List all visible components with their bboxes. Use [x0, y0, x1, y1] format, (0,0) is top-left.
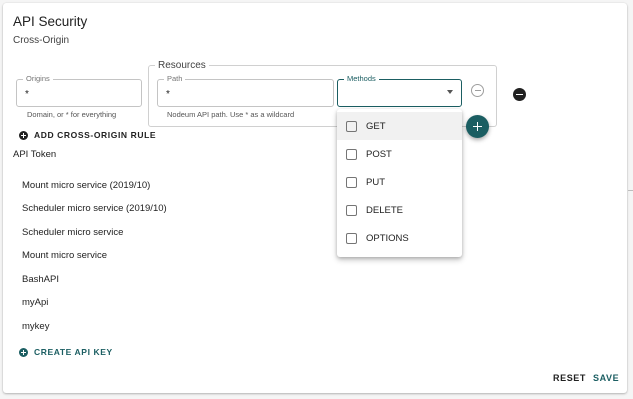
add-circle-icon — [19, 347, 28, 357]
checkbox-icon[interactable] — [346, 120, 357, 132]
method-option-label: DELETE — [366, 204, 403, 216]
origins-value: * — [25, 89, 29, 100]
api-token-item[interactable]: Mount micro service — [22, 250, 107, 261]
method-option-delete[interactable]: DELETE — [337, 196, 462, 224]
create-api-key-button[interactable]: CREATE API KEY — [19, 347, 113, 357]
api-token-item[interactable]: Mount micro service (2019/10) — [22, 180, 150, 191]
methods-menu: GET POST PUT DELETE OPTIONS — [337, 109, 462, 257]
checkbox-icon[interactable] — [346, 176, 357, 188]
resources-legend: Resources — [155, 60, 209, 71]
add-rule-label: ADD CROSS-ORIGIN RULE — [34, 130, 157, 140]
create-api-key-label: CREATE API KEY — [34, 347, 113, 357]
api-token-item[interactable]: BashAPI — [22, 274, 59, 285]
method-option-put[interactable]: PUT — [337, 168, 462, 196]
arrow-drop-down-icon — [447, 90, 453, 94]
method-option-label: OPTIONS — [366, 232, 409, 244]
methods-label: Methods — [344, 74, 379, 84]
api-token-item[interactable]: myApi — [22, 297, 48, 308]
checkbox-icon[interactable] — [346, 204, 357, 216]
add-cross-origin-rule-button[interactable]: ADD CROSS-ORIGIN RULE — [19, 130, 156, 140]
path-value: * — [166, 89, 170, 100]
checkbox-icon[interactable] — [346, 232, 357, 244]
method-option-get[interactable]: GET — [337, 112, 462, 140]
remove-circle-outline-icon[interactable] — [471, 84, 484, 97]
reset-button[interactable]: RESET — [553, 373, 586, 383]
path-field[interactable]: Path * — [157, 74, 334, 107]
checkbox-icon[interactable] — [346, 148, 357, 160]
add-circle-icon — [19, 130, 28, 140]
page-title: API Security — [13, 14, 88, 29]
method-option-label: PUT — [366, 176, 385, 188]
origins-label: Origins — [23, 74, 53, 84]
method-option-options[interactable]: OPTIONS — [337, 224, 462, 252]
origins-field[interactable]: Origins * — [16, 74, 142, 107]
origins-helper: Domain, or * for everything — [27, 110, 117, 119]
scroll-edge-divider — [628, 190, 633, 191]
path-label: Path — [164, 74, 186, 84]
methods-select[interactable]: Methods — [337, 74, 462, 107]
api-token-item[interactable]: Scheduler micro service — [22, 227, 123, 238]
section-subtitle: Cross-Origin — [13, 35, 70, 46]
method-option-label: GET — [366, 120, 386, 132]
method-option-post[interactable]: POST — [337, 140, 462, 168]
path-helper: Nodeum API path. Use * as a wildcard — [167, 110, 295, 119]
api-token-item[interactable]: mykey — [22, 321, 49, 332]
method-option-label: POST — [366, 148, 392, 160]
add-circle-icon[interactable] — [466, 115, 489, 138]
api-security-card: API Security Cross-Origin Origins * Doma… — [3, 3, 627, 393]
api-token-item[interactable]: Scheduler micro service (2019/10) — [22, 203, 167, 214]
api-token-title: API Token — [13, 149, 57, 160]
save-button[interactable]: SAVE — [593, 373, 619, 383]
remove-circle-icon[interactable] — [513, 88, 526, 101]
